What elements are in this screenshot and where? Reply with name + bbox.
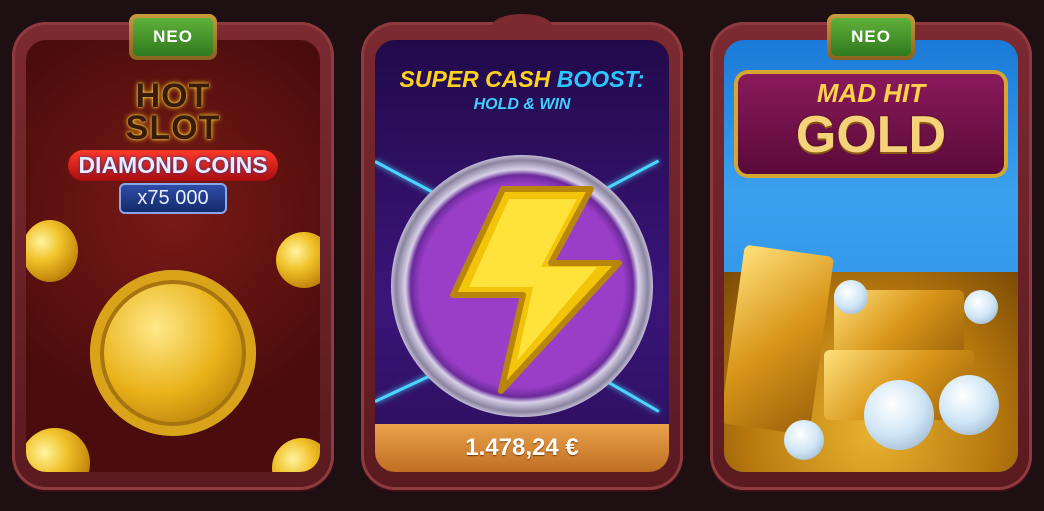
coin-image — [276, 232, 320, 288]
logo-line-1: HOT — [135, 77, 211, 115]
game-card-mad-hit-gold[interactable]: NEO MAD HIT GOLD — [710, 14, 1032, 490]
logo-line-1: MAD HIT — [816, 78, 926, 108]
multiplier-label: x75 000 — [119, 183, 227, 214]
game-thumbnail[interactable]: MAD HIT GOLD — [724, 40, 1018, 472]
title-part-1: SUPER CASH — [399, 66, 551, 92]
game-logo: MAD HIT GOLD — [738, 74, 1004, 174]
bolt-medallion — [391, 155, 653, 417]
logo-line-2: GOLD — [795, 106, 947, 164]
jackpot-amount: 1.478,24 € — [375, 424, 669, 472]
game-card-super-cash-boost[interactable]: SUPER CASH BOOST: HOLD & WIN 1.478,24 € — [361, 14, 683, 490]
diamond-image — [784, 420, 824, 460]
neo-badge: NEO — [129, 14, 217, 60]
game-thumbnail[interactable]: HOT SLOT DIAMOND COINS x75 000 — [26, 40, 320, 472]
game-title: SUPER CASH BOOST: — [375, 66, 669, 93]
diamond-image — [864, 380, 934, 450]
game-card-hot-slot[interactable]: NEO HOT SLOT DIAMOND COINS x75 000 — [12, 14, 334, 490]
coin-image — [26, 220, 78, 282]
coin-image — [272, 438, 320, 472]
game-logo: HOT SLOT DIAMOND COINS x75 000 — [26, 77, 320, 214]
card-notch — [492, 14, 552, 38]
game-thumbnail[interactable]: SUPER CASH BOOST: HOLD & WIN 1.478,24 € — [375, 40, 669, 472]
diamond-image — [834, 280, 868, 314]
diamond-image — [964, 290, 998, 324]
logo-line-2: SLOT — [125, 109, 221, 147]
coin-image — [26, 428, 90, 472]
title-part-2: BOOST: — [556, 66, 645, 92]
neo-badge: NEO — [827, 14, 915, 60]
diamond-image — [939, 375, 999, 435]
neo-badge-label: NEO — [133, 18, 213, 56]
neo-badge-label: NEO — [831, 18, 911, 56]
lightning-bolt-icon — [450, 186, 622, 394]
big-coin-image — [90, 270, 256, 436]
game-subtitle: HOLD & WIN — [473, 96, 571, 113]
logo-subtitle: DIAMOND COINS — [68, 150, 278, 181]
